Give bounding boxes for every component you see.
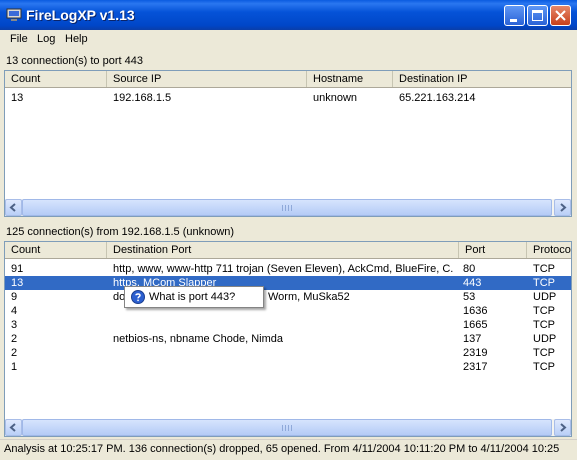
cell-count: 1 — [11, 361, 18, 373]
context-menu-item-what-is-port[interactable]: What is port 443? — [149, 291, 235, 303]
cell-protocol: TCP — [533, 347, 555, 359]
cell-port: 2319 — [463, 347, 488, 359]
cell-destination-port — [113, 318, 453, 332]
app-icon — [6, 8, 22, 21]
column-header-hostname[interactable]: Hostname — [307, 71, 393, 87]
window-title: FireLogXP v1.13 — [26, 7, 135, 23]
cell-protocol: TCP — [533, 277, 555, 289]
cell-count: 2 — [11, 347, 18, 359]
column-header-source-ip[interactable]: Source IP — [107, 71, 307, 87]
list-header: Count Destination Port Port Protocol — [5, 242, 571, 259]
horizontal-scrollbar[interactable] — [5, 419, 571, 436]
column-header-destination-port[interactable]: Destination Port — [107, 242, 459, 258]
cell-count: 3 — [11, 319, 18, 331]
minimize-button[interactable] — [504, 5, 525, 26]
cell-count: 13 — [11, 277, 24, 289]
connections-to-port-list[interactable]: Count Source IP Hostname Destination IP … — [4, 70, 572, 217]
list-header: Count Source IP Hostname Destination IP — [5, 71, 571, 88]
maximize-button[interactable] — [527, 5, 548, 26]
cell-count: 2 — [11, 333, 18, 345]
table-row[interactable]: 2 netbios-ns, nbname Chode, Nimda 137 UD… — [5, 332, 571, 346]
cell-destination-ip: 65.221.163.214 — [399, 92, 476, 104]
arrow-left-icon — [9, 423, 16, 432]
cell-source-ip: 192.168.1.5 — [113, 92, 172, 104]
cell-count: 9 — [11, 291, 18, 303]
scroll-thumb[interactable] — [22, 199, 552, 216]
main-window: FireLogXP v1.13 File Log Help 13 connect… — [0, 0, 577, 460]
table-row[interactable]: 4 1636 TCP — [5, 304, 571, 318]
cell-destination-port-tail: Worm, MuSka52 — [268, 291, 350, 303]
table-row[interactable]: 9 do Worm, MuSka52 53 UDP — [5, 290, 571, 304]
cell-count: 13 — [11, 92, 24, 104]
arrow-right-icon — [560, 423, 567, 432]
help-icon — [131, 290, 145, 304]
status-text: Analysis at 10:25:17 PM. 136 connection(… — [4, 443, 560, 455]
column-header-count[interactable]: Count — [5, 71, 107, 87]
close-icon — [555, 10, 566, 21]
cell-protocol: UDP — [533, 333, 557, 345]
cell-count: 91 — [11, 263, 24, 275]
menu-file[interactable]: File — [10, 33, 28, 45]
cell-port: 80 — [463, 263, 476, 275]
minimize-icon — [510, 19, 517, 22]
scroll-right-button[interactable] — [554, 199, 571, 216]
column-header-destination-ip[interactable]: Destination IP — [393, 71, 571, 87]
cell-destination-port — [113, 360, 453, 374]
menu-bar: File Log Help — [0, 30, 577, 49]
column-header-port[interactable]: Port — [459, 242, 527, 258]
cell-hostname: unknown — [313, 92, 358, 104]
scroll-thumb[interactable] — [22, 419, 552, 436]
cell-protocol: TCP — [533, 263, 555, 275]
cell-protocol: TCP — [533, 361, 555, 373]
arrow-left-icon — [9, 203, 16, 212]
scroll-left-button[interactable] — [5, 199, 22, 216]
table-row[interactable]: 1 2317 TCP — [5, 360, 571, 374]
cell-port: 1636 — [463, 305, 488, 317]
cell-protocol: UDP — [533, 291, 557, 303]
cell-protocol: TCP — [533, 319, 555, 331]
table-row-selected[interactable]: 13 https, MCom Slapper 443 TCP — [5, 276, 571, 290]
context-menu: What is port 443? — [124, 286, 264, 308]
table-row[interactable]: 91 http, www, www-http 711 trojan (Seven… — [5, 262, 571, 276]
horizontal-scrollbar[interactable] — [5, 199, 571, 216]
close-button[interactable] — [550, 5, 571, 26]
title-bar[interactable]: FireLogXP v1.13 — [0, 0, 577, 30]
cell-destination-port: netbios-ns, nbname Chode, Nimda — [113, 333, 283, 345]
cell-port: 53 — [463, 291, 476, 303]
cell-protocol: TCP — [533, 305, 555, 317]
scroll-right-button[interactable] — [554, 419, 571, 436]
cell-count: 4 — [11, 305, 18, 317]
menu-help[interactable]: Help — [65, 33, 88, 45]
top-summary-label: 13 connection(s) to port 443 — [6, 55, 143, 67]
table-row[interactable]: 2 2319 TCP — [5, 346, 571, 360]
cell-destination-port — [113, 346, 453, 360]
cell-port: 137 — [463, 333, 482, 345]
bottom-summary-label: 125 connection(s) from 192.168.1.5 (unkn… — [6, 226, 235, 238]
table-row[interactable]: 13 192.168.1.5 unknown 65.221.163.214 — [5, 91, 571, 105]
column-header-count[interactable]: Count — [5, 242, 107, 258]
table-row[interactable]: 3 1665 TCP — [5, 318, 571, 332]
cell-destination-port: http, www, www-http 711 trojan (Seven El… — [113, 263, 453, 275]
scroll-left-button[interactable] — [5, 419, 22, 436]
cell-port: 1665 — [463, 319, 488, 331]
maximize-icon — [532, 10, 543, 21]
status-bar: Analysis at 10:25:17 PM. 136 connection(… — [0, 439, 577, 460]
cell-port: 443 — [463, 277, 482, 289]
column-header-protocol[interactable]: Protocol — [527, 242, 571, 258]
connections-from-host-list[interactable]: Count Destination Port Port Protocol 91 … — [4, 241, 572, 437]
arrow-right-icon — [560, 203, 567, 212]
menu-log[interactable]: Log — [37, 33, 55, 45]
cell-port: 2317 — [463, 361, 488, 373]
